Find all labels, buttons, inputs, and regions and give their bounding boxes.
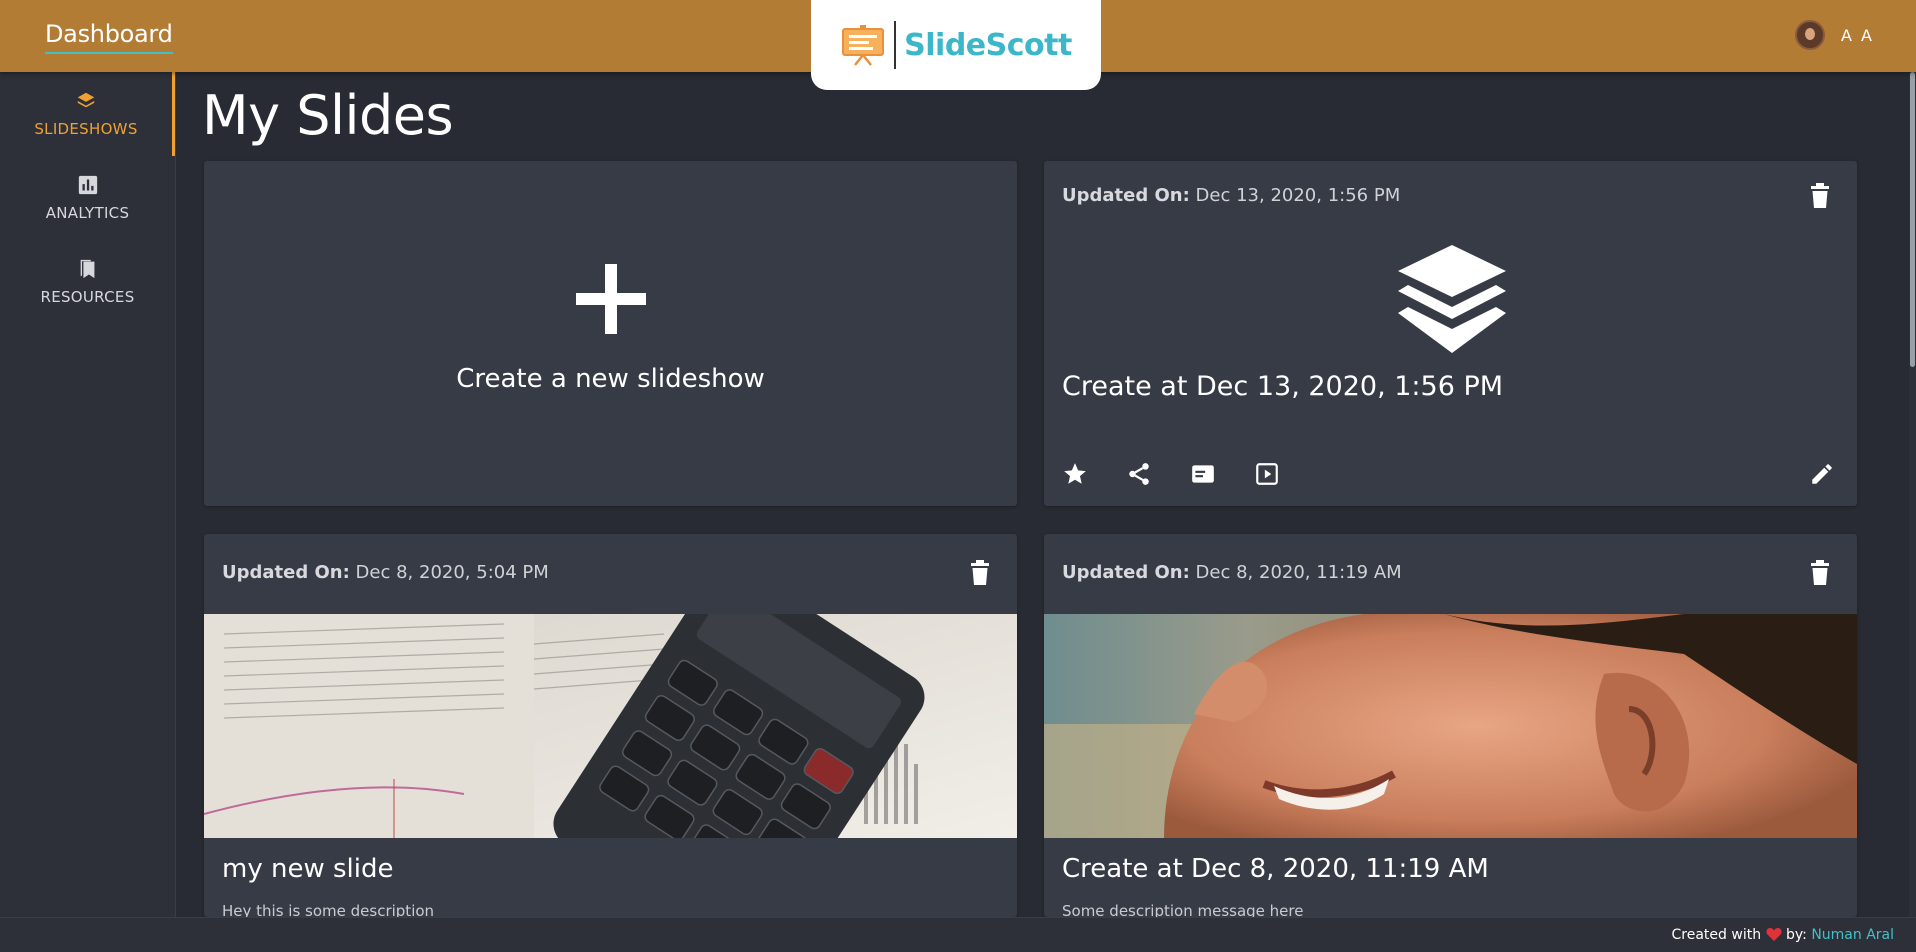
slide-card[interactable]: Updated On: Dec 8, 2020, 11:19 AM Create… <box>1044 534 1857 917</box>
star-icon[interactable] <box>1062 461 1088 487</box>
trash-icon[interactable] <box>969 560 991 586</box>
footer-by: by: <box>1785 927 1807 943</box>
user-menu[interactable]: A A <box>1795 20 1874 50</box>
updated-date: Dec 13, 2020, 1:56 PM <box>1195 185 1401 206</box>
updated-date: Dec 8, 2020, 5:04 PM <box>355 562 549 583</box>
footer-credit: Created with by: Numan Aral <box>1672 927 1894 943</box>
trash-icon[interactable] <box>1809 560 1831 586</box>
play-slideshow-icon[interactable] <box>1254 461 1280 487</box>
card-actions <box>1062 461 1280 487</box>
updated-date: Dec 8, 2020, 11:19 AM <box>1195 562 1402 583</box>
slide-title: my new slide <box>222 854 394 884</box>
smiling-face-photo <box>1044 614 1857 838</box>
bookmarks-icon <box>80 259 94 279</box>
slide-description: Hey this is some description <box>222 902 435 917</box>
brand-logo[interactable]: SlideScott <box>811 0 1101 90</box>
updated-on: Updated On: Dec 8, 2020, 11:19 AM <box>1062 562 1402 583</box>
share-icon[interactable] <box>1126 461 1152 487</box>
updated-on: Updated On: Dec 8, 2020, 5:04 PM <box>222 562 549 583</box>
plus-icon <box>575 263 646 334</box>
bar-chart-icon <box>78 175 97 195</box>
slides-view-icon[interactable] <box>1190 461 1216 487</box>
sidebar-item-label: RESOURCES <box>40 288 135 306</box>
page-title: My Slides <box>202 84 454 147</box>
user-initials[interactable]: A A <box>1841 26 1874 45</box>
edit-pencil-icon[interactable] <box>1809 461 1835 487</box>
heart-icon <box>1766 928 1782 941</box>
trash-icon[interactable] <box>1809 183 1831 209</box>
slide-card[interactable]: Updated On: Dec 13, 2020, 1:56 PM Create… <box>1044 161 1857 506</box>
sidebar-item-slideshows[interactable]: SLIDESHOWS <box>0 72 175 156</box>
avatar[interactable] <box>1795 20 1826 50</box>
updated-on: Updated On: Dec 13, 2020, 1:56 PM <box>1062 185 1400 206</box>
layers-icon <box>77 92 95 108</box>
sidebar: SLIDESHOWS ANALYTICS RESOURCES <box>0 72 176 917</box>
slide-title: Create at Dec 8, 2020, 11:19 AM <box>1062 854 1489 884</box>
brand-name: SlideScott <box>904 27 1072 63</box>
author-link[interactable]: Numan Aral <box>1811 927 1894 943</box>
vertical-scrollbar[interactable] <box>1909 72 1916 917</box>
slide-description: Some description message here <box>1062 902 1304 917</box>
dashboard-link[interactable]: Dashboard <box>45 20 173 54</box>
footer-created-with: Created with <box>1671 927 1762 943</box>
updated-label: Updated On: <box>222 562 350 583</box>
slide-title: Create at Dec 13, 2020, 1:56 PM <box>1062 371 1504 402</box>
updated-label: Updated On: <box>1062 562 1190 583</box>
create-slideshow-label: Create a new slideshow <box>456 363 765 394</box>
sidebar-item-analytics[interactable]: ANALYTICS <box>0 156 175 240</box>
presentation-board-icon <box>842 25 885 66</box>
footer: Created with by: Numan Aral <box>0 917 1916 952</box>
layers-icon <box>1398 245 1506 353</box>
updated-label: Updated On: <box>1062 185 1190 206</box>
scrollbar-thumb[interactable] <box>1910 72 1915 367</box>
slide-card[interactable]: Updated On: Dec 8, 2020, 5:04 PM my new … <box>204 534 1017 917</box>
calculator-on-book-photo <box>204 614 1017 838</box>
sidebar-item-resources[interactable]: RESOURCES <box>0 240 175 324</box>
sidebar-item-label: SLIDESHOWS <box>34 120 138 138</box>
logo-divider <box>894 21 897 69</box>
create-slideshow-card[interactable]: Create a new slideshow <box>204 161 1017 506</box>
sidebar-item-label: ANALYTICS <box>45 204 130 222</box>
